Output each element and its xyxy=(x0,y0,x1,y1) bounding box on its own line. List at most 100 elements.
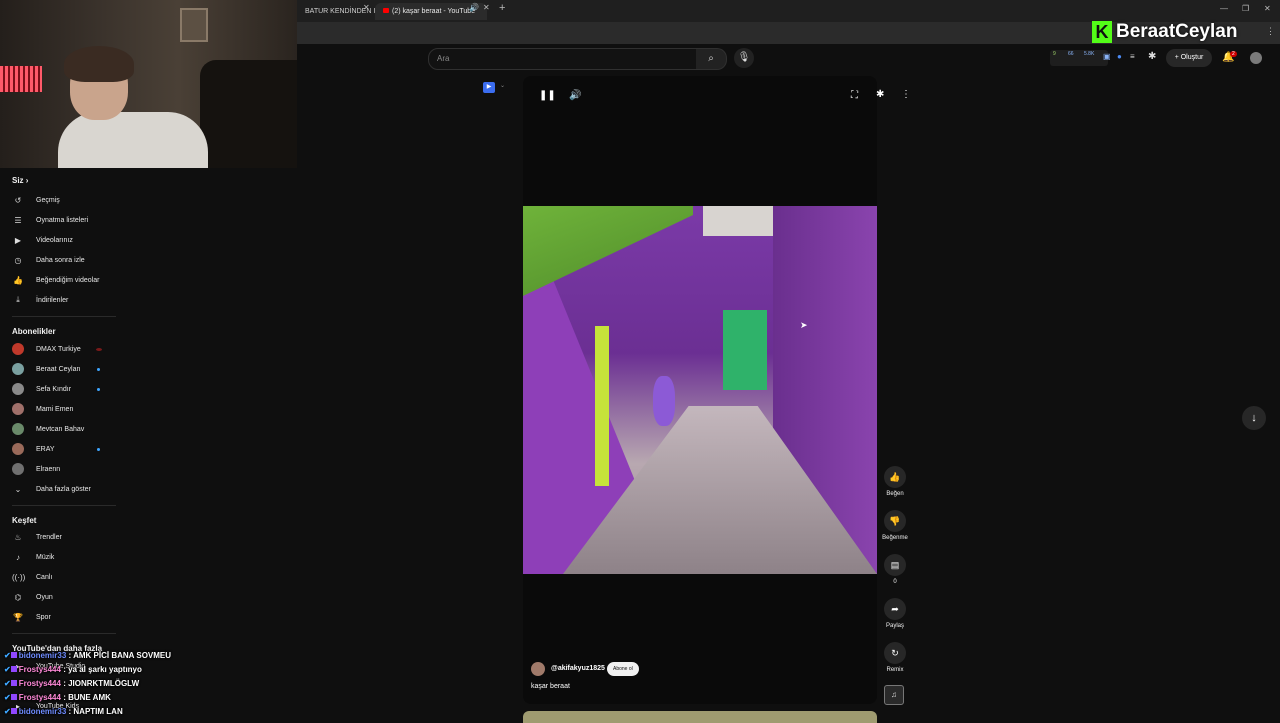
sidebar-show-more[interactable]: ⌄ Daha fazla göster xyxy=(12,482,91,496)
subscriber-badge-icon xyxy=(10,680,17,686)
plus-icon[interactable]: + xyxy=(499,2,505,14)
sidebar-divider xyxy=(12,505,116,506)
video-icon: ▶ xyxy=(14,235,22,245)
chat-message: ✔ bidonemir33 : NAPTIM LAN xyxy=(4,707,123,716)
chat-message: ✔ Frostys444 : ya al şarkı yaptınyo xyxy=(4,665,142,674)
close-icon[interactable]: ✕ xyxy=(483,3,490,12)
sidebar-item-music[interactable]: ♪ Müzik xyxy=(12,550,54,564)
share-icon: ➦ xyxy=(884,598,906,620)
avatar[interactable] xyxy=(1250,52,1262,64)
video-frame xyxy=(523,206,877,574)
remix-button[interactable]: ↻ Remix xyxy=(882,642,908,673)
sidebar-item-playlists[interactable]: ☰ Oynatma listeleri xyxy=(12,213,88,227)
browser-tab-bar: BATUR KENDİNDEN Iİ ✕ (2) kaşar beraat - … xyxy=(297,0,1280,22)
chat-username: Frostys444 xyxy=(18,693,61,702)
sidebar-item-label: Sefa Kındır xyxy=(36,385,72,393)
sidebar-item-live[interactable]: ((·)) Canlı xyxy=(12,570,52,584)
chat-text: : JIONRKTMLÖGLW xyxy=(63,679,140,688)
thumb-down-icon: 👎 xyxy=(884,510,906,532)
next-video-button[interactable]: ↓ xyxy=(1242,406,1266,430)
search-button[interactable]: ⌕ xyxy=(696,48,727,70)
sidebar-subscription[interactable]: DMAX Turkiye xyxy=(12,342,102,356)
volume-icon[interactable]: 🔊 xyxy=(569,90,581,101)
sidebar-subscription[interactable]: Mami Emen xyxy=(12,402,73,416)
live-indicator xyxy=(96,347,102,351)
sidebar-subscription[interactable]: Sefa Kındır xyxy=(12,382,100,396)
like-button[interactable]: 👍 Beğen xyxy=(882,466,908,497)
comments-button[interactable]: ▤ 0 xyxy=(882,554,908,585)
sidebar-subscription[interactable]: Mevtcan Bahav xyxy=(12,422,84,436)
sidebar-item-watch-later[interactable]: ◷ Daha sonra izle xyxy=(12,253,85,267)
pause-icon[interactable]: ❚❚ xyxy=(539,90,556,101)
sidebar-subscription[interactable]: Beraat Ceylan xyxy=(12,362,100,376)
close-icon[interactable]: ✕ xyxy=(363,3,370,12)
extension-icon[interactable]: ● xyxy=(1117,52,1122,61)
gaming-icon: ⌬ xyxy=(14,592,22,602)
channel-avatar[interactable] xyxy=(531,662,545,676)
notification-badge: 2 xyxy=(1230,51,1237,57)
trending-icon: ♨ xyxy=(14,532,22,542)
shorts-player[interactable]: ❚❚ 🔊 ⛶ @akifakyuz1825 Abone ol kaşar ber… xyxy=(523,76,877,704)
speaker-icon[interactable]: 🔊 xyxy=(469,3,479,12)
create-button[interactable]: + Oluştur xyxy=(1166,49,1212,67)
channel-name[interactable]: @akifakyuz1825 xyxy=(551,665,605,672)
sidebar-item-label: Trendler xyxy=(36,533,62,541)
sidebar-item-label: Daha sonra izle xyxy=(36,256,85,264)
sidebar-subscription[interactable]: Elraenn xyxy=(12,462,60,476)
sidebar-item-trending[interactable]: ♨ Trendler xyxy=(12,530,62,544)
chevron-down-icon[interactable]: ⌄ xyxy=(500,82,505,89)
minimize-icon[interactable]: — xyxy=(1220,4,1228,13)
channel-avatar xyxy=(12,343,24,355)
sidebar-item-gaming[interactable]: ⌬ Oyun xyxy=(12,590,53,604)
sidebar-item-label: Spor xyxy=(36,613,51,621)
playlist-icon: ☰ xyxy=(14,215,22,225)
extension-counter[interactable]: 66 xyxy=(1068,51,1074,57)
browser-menu-icon[interactable]: ⋮ xyxy=(1266,26,1275,37)
verified-badge-icon: ✔ xyxy=(4,665,11,674)
extension-icon[interactable]: ▣ xyxy=(1103,52,1111,61)
chat-text: : NAPTIM LAN xyxy=(68,707,123,716)
tab-title: (2) kaşar beraat - YouTube xyxy=(392,8,476,15)
verified-badge-icon: ✔ xyxy=(4,651,11,660)
chat-text: : BUNE AMK xyxy=(63,693,111,702)
chat-username: bidonemir33 xyxy=(18,707,67,716)
webcam-red-light xyxy=(0,66,42,92)
voice-search-button[interactable]: 🎙 xyxy=(734,48,754,68)
extension-puzzle-icon[interactable]: ✱ xyxy=(1148,51,1156,62)
trophy-icon: 🏆 xyxy=(13,612,23,622)
chat-text: : ya al şarkı yaptınyo xyxy=(63,665,142,674)
search-input[interactable]: Ara xyxy=(428,48,698,70)
fullscreen-icon[interactable]: ⛶ xyxy=(851,90,858,101)
verified-badge-icon: ✔ xyxy=(4,693,11,702)
channel-avatar xyxy=(12,363,24,375)
sidebar-subscription[interactable]: ERAY xyxy=(12,442,100,456)
sidebar-item-downloads[interactable]: ⤓ İndirilenler xyxy=(12,293,68,307)
sidebar-item-sports[interactable]: 🏆 Spor xyxy=(12,610,51,624)
next-short-preview[interactable] xyxy=(523,711,877,723)
extension-gear-icon[interactable]: ✱ xyxy=(876,89,884,100)
sidebar-item-liked-videos[interactable]: 👍 Beğendiğim videolar xyxy=(12,273,99,287)
verified-badge-icon: ✔ xyxy=(4,707,11,716)
close-window-icon[interactable]: ✕ xyxy=(1264,4,1271,13)
menu-icon[interactable]: ≡ xyxy=(1130,52,1135,61)
restore-icon[interactable]: ❐ xyxy=(1242,4,1249,13)
extension-counter[interactable]: 9 xyxy=(1053,51,1056,57)
channel-avatar xyxy=(12,423,24,435)
more-options-icon[interactable]: ⋮ xyxy=(901,89,911,100)
sidebar-you-header[interactable]: Siz › xyxy=(12,176,28,185)
channel-avatar xyxy=(12,403,24,415)
sidebar-item-history[interactable]: ↺ Geçmiş xyxy=(12,193,60,207)
subscribe-button[interactable]: Abone ol xyxy=(607,662,639,676)
shorts-logo-icon[interactable]: ▶ xyxy=(483,82,495,93)
sidebar-item-label: Videolarınız xyxy=(36,236,73,244)
subscriber-badge-icon xyxy=(10,666,17,672)
chat-username: Frostys444 xyxy=(18,679,61,688)
sound-thumbnail-icon[interactable]: ♫ xyxy=(884,685,904,705)
sidebar-item-your-videos[interactable]: ▶ Videolarınız xyxy=(12,233,73,247)
sidebar-item-label: Daha fazla göster xyxy=(36,485,91,493)
history-icon: ↺ xyxy=(14,195,22,205)
dislike-button[interactable]: 👎 Beğenme xyxy=(882,510,908,541)
share-button[interactable]: ➦ Paylaş xyxy=(882,598,908,629)
channel-avatar xyxy=(12,463,24,475)
extension-counter[interactable]: 5.8K xyxy=(1084,51,1094,57)
